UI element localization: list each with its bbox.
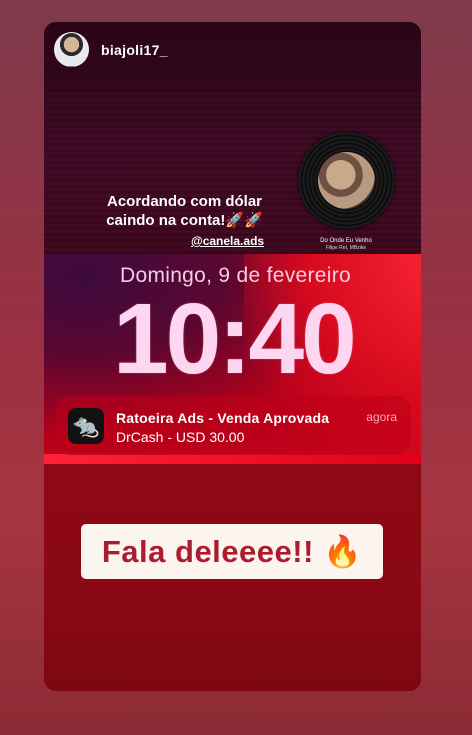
lockscreen-time: 10:40 [113,283,357,395]
rat-app-icon: 🐀 [68,408,104,444]
album-cover [318,152,375,209]
notification-banner[interactable]: 🐀 Ratoeira Ads - Venda Aprovada DrCash -… [56,396,411,455]
notification-title: Ratoeira Ads - Venda Aprovada [116,410,330,426]
lockscreen-edge [44,454,421,464]
story-header: biajoli17_ [54,32,168,67]
notification-body: DrCash - USD 30.00 [116,429,245,445]
notification-time: agora [366,410,397,424]
music-sticker-vinyl-icon[interactable] [298,132,395,229]
username[interactable]: biajoli17_ [101,42,168,58]
music-artist: Filipe Ret, MBzike [325,245,367,251]
avatar[interactable] [54,32,89,67]
story-caption: Acordando com dólar caindo na conta!🚀🚀 [106,193,263,229]
mention-link[interactable]: @canela.ads [191,234,264,248]
text-sticker[interactable]: Fala deleeee!! 🔥 [81,524,383,579]
story-frame[interactable]: biajoli17_ Acordando com dólar caindo na… [44,22,421,691]
music-title: Do Onde Eu Venho [320,238,372,244]
sticker-text: Fala deleeee!! 🔥 [101,534,363,569]
